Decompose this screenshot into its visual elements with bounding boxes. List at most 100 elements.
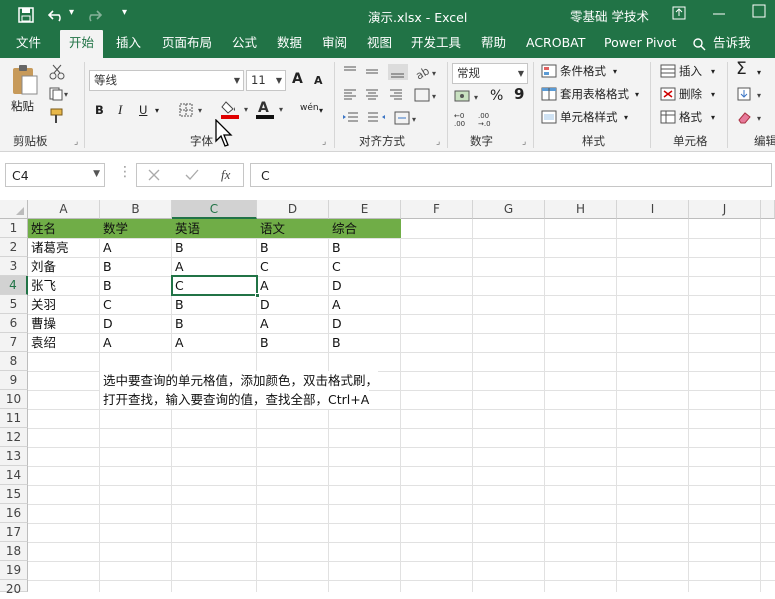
italic-button[interactable]: I	[118, 102, 122, 118]
alignment-launcher-icon[interactable]: ⌟	[436, 134, 440, 150]
shrink-font-button[interactable]: A	[314, 73, 323, 89]
copy-icon[interactable]: ▾	[49, 87, 71, 101]
format-cells-button[interactable]: 格式	[679, 109, 702, 125]
grow-font-button[interactable]: A	[292, 71, 303, 87]
cell-b5[interactable]: C	[100, 295, 172, 314]
row-header-2[interactable]: 2	[0, 238, 28, 257]
save-icon[interactable]	[18, 7, 34, 23]
ribbon-display-icon[interactable]	[672, 6, 686, 20]
cell-a4[interactable]: 张飞	[28, 276, 100, 295]
row-header-10[interactable]: 10	[0, 390, 28, 409]
format-as-table-icon[interactable]	[541, 87, 557, 101]
percent-button[interactable]: %	[490, 88, 503, 104]
clear-icon[interactable]: ▾	[737, 110, 771, 126]
clipboard-launcher-icon[interactable]: ⌟	[74, 134, 78, 150]
format-painter-icon[interactable]	[49, 108, 65, 124]
merge-center-icon[interactable]: ▾	[394, 110, 420, 126]
column-header-f[interactable]: F	[401, 200, 473, 219]
insert-cells-button[interactable]: 插入	[679, 63, 702, 79]
column-header-a[interactable]: A	[28, 200, 100, 219]
select-all-corner[interactable]	[0, 200, 28, 219]
column-header-b[interactable]: B	[100, 200, 172, 219]
name-box-dropdown-icon[interactable]: ▼	[93, 169, 100, 179]
cell-b2[interactable]: A	[100, 238, 172, 257]
column-header-g[interactable]: G	[473, 200, 545, 219]
tell-me-search[interactable]: 告诉我	[713, 30, 751, 58]
indent-icons[interactable]	[342, 110, 386, 126]
row-header-1[interactable]: 1	[0, 219, 28, 238]
cell-a3[interactable]: 刘备	[28, 257, 100, 276]
cell-b9-note[interactable]: 选中要查询的单元格值，添加颜色，双击格式刷，	[100, 371, 379, 390]
row-header-3[interactable]: 3	[0, 257, 28, 276]
cell-a2[interactable]: 诸葛亮	[28, 238, 100, 257]
row-header-9[interactable]: 9	[0, 371, 28, 390]
bold-button[interactable]: B	[95, 102, 104, 118]
cell-d1[interactable]: 语文	[257, 219, 329, 238]
tab-formulas[interactable]: 公式	[232, 30, 257, 58]
confirm-entry-icon[interactable]	[185, 169, 199, 181]
tab-developer[interactable]: 开发工具	[411, 30, 461, 58]
row-header-8[interactable]: 8	[0, 352, 28, 371]
format-as-table-button[interactable]: 套用表格格式	[560, 86, 629, 102]
tab-help[interactable]: 帮助	[481, 30, 506, 58]
column-header-j[interactable]: J	[689, 200, 761, 219]
name-box[interactable]: C4 ▼	[5, 163, 105, 187]
row-header-12[interactable]: 12	[0, 428, 28, 447]
cell-a5[interactable]: 关羽	[28, 295, 100, 314]
phonetic-button[interactable]: wén	[300, 100, 319, 116]
cell-styles-icon[interactable]	[541, 110, 557, 124]
delete-cells-button[interactable]: 删除	[679, 86, 702, 102]
cell-e6[interactable]: D	[329, 314, 401, 333]
cell-a7[interactable]: 袁绍	[28, 333, 100, 352]
tab-power-pivot[interactable]: Power Pivot	[604, 30, 676, 58]
cell-d2[interactable]: B	[257, 238, 329, 257]
cell-b7[interactable]: A	[100, 333, 172, 352]
cell-e4[interactable]: D	[329, 276, 401, 295]
tab-review[interactable]: 审阅	[322, 30, 347, 58]
orientation-icon[interactable]: ab ▾	[414, 64, 440, 80]
font-size-combo[interactable]: 11 ▼	[246, 70, 286, 91]
cut-icon[interactable]	[49, 64, 65, 80]
insert-function-icon[interactable]: fx	[221, 167, 230, 183]
column-header-c[interactable]: C	[172, 200, 257, 219]
worksheet-grid[interactable]: A B C D E F G H I J 1 2 3 4 5 6 7 8 9 10…	[0, 200, 775, 596]
tab-data[interactable]: 数据	[277, 30, 302, 58]
cell-d3[interactable]: C	[257, 257, 329, 276]
cell-e2[interactable]: B	[329, 238, 401, 257]
tab-file[interactable]: 文件	[16, 30, 41, 58]
cell-d4[interactable]: A	[257, 276, 329, 295]
column-header-k[interactable]	[761, 200, 775, 219]
number-format-combo[interactable]: 常规 ▼	[452, 63, 528, 84]
column-header-d[interactable]: D	[257, 200, 329, 219]
font-launcher-icon[interactable]: ⌟	[322, 134, 326, 150]
tab-insert[interactable]: 插入	[116, 30, 141, 58]
number-launcher-icon[interactable]: ⌟	[522, 134, 526, 150]
row-header-15[interactable]: 15	[0, 485, 28, 504]
decimal-icons[interactable]: ←0.00.00→.0	[454, 110, 502, 128]
cell-c5[interactable]: B	[172, 295, 257, 314]
row-header-11[interactable]: 11	[0, 409, 28, 428]
cell-styles-button[interactable]: 单元格样式	[560, 109, 618, 125]
wrap-text-icon[interactable]: ▾	[414, 87, 440, 103]
conditional-formatting-button[interactable]: 条件格式	[560, 63, 606, 79]
cell-e1[interactable]: 综合	[329, 219, 401, 238]
horizontal-align-icons[interactable]	[342, 87, 408, 103]
cell-e7[interactable]: B	[329, 333, 401, 352]
comma-style-button[interactable]: 9	[514, 86, 524, 102]
tab-acrobat[interactable]: ACROBAT	[526, 30, 585, 58]
column-header-i[interactable]: I	[617, 200, 689, 219]
column-header-e[interactable]: E	[329, 200, 401, 219]
autosum-icon[interactable]: Σ	[736, 61, 747, 78]
cell-b4[interactable]: B	[100, 276, 172, 295]
row-header-20[interactable]: 20	[0, 580, 28, 596]
row-header-16[interactable]: 16	[0, 504, 28, 523]
cell-e3[interactable]: C	[329, 257, 401, 276]
cell-c7[interactable]: A	[172, 333, 257, 352]
cell-c1[interactable]: 英语	[172, 219, 257, 238]
paste-icon[interactable]	[11, 64, 39, 96]
cell-c2[interactable]: B	[172, 238, 257, 257]
font-color-icon[interactable]: A ▾	[255, 98, 287, 120]
row-header-6[interactable]: 6	[0, 314, 28, 333]
cell-b6[interactable]: D	[100, 314, 172, 333]
borders-icon[interactable]: ▾	[178, 102, 206, 118]
